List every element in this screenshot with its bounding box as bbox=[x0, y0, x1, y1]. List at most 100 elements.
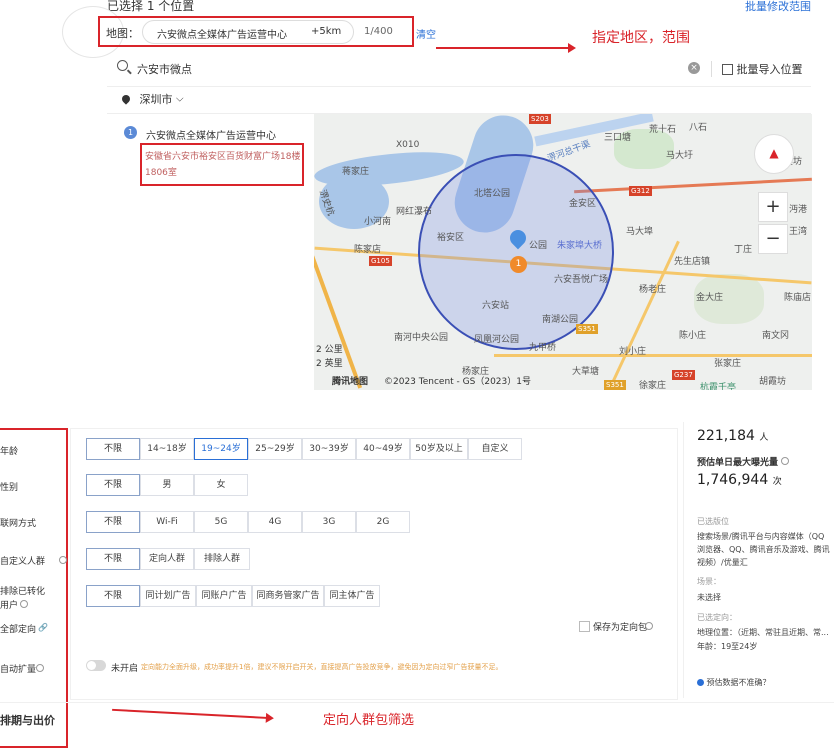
annotation-top: 指定地区，范围 bbox=[592, 30, 690, 46]
map-label: 荒十石 bbox=[649, 125, 677, 135]
network-option-4g[interactable]: 4G bbox=[248, 511, 302, 533]
age-option-unlimited[interactable]: 不限 bbox=[86, 438, 140, 460]
estimate-daily-value: 1,746,944 bbox=[697, 472, 769, 488]
network-label: 联网方式 bbox=[0, 519, 37, 529]
targeting-title: 已选定向： bbox=[697, 613, 737, 622]
map-label: 九甲桥 bbox=[529, 343, 557, 353]
zoom-in-button[interactable]: + bbox=[758, 192, 788, 222]
zoom-out-button[interactable]: − bbox=[758, 224, 788, 254]
custom-audience-option-include[interactable]: 定向人群 bbox=[140, 548, 194, 570]
compass-icon[interactable]: ▲ bbox=[754, 134, 794, 174]
map-label: 马大埠 bbox=[626, 227, 654, 237]
info-icon bbox=[36, 664, 44, 672]
exclude-option-unlimited[interactable]: 不限 bbox=[86, 585, 140, 607]
map-label: 杭霞千亭 bbox=[700, 383, 737, 390]
search-input[interactable]: 六安市微点 bbox=[137, 61, 192, 77]
estimate-daily-unit: 次 bbox=[772, 477, 782, 487]
annotation-arrow-bottom bbox=[112, 708, 272, 720]
save-package-label: 保存为定向包 bbox=[593, 623, 648, 633]
age-option-14-18[interactable]: 14~18岁 bbox=[140, 438, 194, 460]
exclude-option-same-entity[interactable]: 同主体广告 bbox=[324, 585, 380, 607]
network-option-wifi[interactable]: Wi-Fi bbox=[140, 511, 194, 533]
bidding-section-title: 排期与出价 bbox=[0, 714, 55, 727]
map-label: 大草塘 bbox=[572, 367, 600, 377]
search-icon-handle bbox=[127, 69, 132, 75]
marker-number: 1 bbox=[515, 259, 522, 269]
age-option-50-plus[interactable]: 50岁及以上 bbox=[410, 438, 468, 460]
exclude-option-same-account[interactable]: 同账户广告 bbox=[196, 585, 252, 607]
annotation-bottom: 定向人群包筛选 bbox=[323, 713, 415, 728]
road-shield: G312 bbox=[629, 186, 652, 196]
import-icon bbox=[722, 63, 733, 75]
info-icon bbox=[59, 556, 67, 564]
age-option-30-39[interactable]: 30~39岁 bbox=[302, 438, 356, 460]
selected-count: 已选择 1 个位置 bbox=[107, 0, 195, 13]
map-label: 张家庄 bbox=[714, 359, 742, 369]
estimate-audience: 221,184 人 bbox=[697, 428, 768, 444]
map-label: 网红瀑布 bbox=[396, 207, 433, 217]
exclude-converted-label: 排除已转化 bbox=[0, 587, 46, 597]
search-icon bbox=[117, 60, 128, 71]
network-option-2g[interactable]: 2G bbox=[356, 511, 410, 533]
estimate-audience-unit: 人 bbox=[759, 433, 769, 443]
placement-title: 已选版位 bbox=[697, 517, 729, 526]
road-g312 bbox=[574, 177, 812, 194]
age-option-custom[interactable]: 自定义 bbox=[468, 438, 522, 460]
save-package-checkbox[interactable] bbox=[579, 621, 590, 632]
map-label: 王湾 bbox=[789, 227, 808, 237]
map-label: 公园 bbox=[529, 241, 548, 251]
map-copyright: ©2023 Tencent - GS（2023）1号 bbox=[384, 377, 531, 387]
network-option-3g[interactable]: 3G bbox=[302, 511, 356, 533]
gender-option-female[interactable]: 女 bbox=[194, 474, 248, 496]
exclude-converted-label-2: 用户 bbox=[0, 601, 19, 611]
map[interactable]: X010 荒十石 八石 三口塘 马大圩 蒋家庄 北塔公园 金安区 网红瀑布 小河… bbox=[314, 114, 812, 390]
gender-option-male[interactable]: 男 bbox=[140, 474, 194, 496]
batch-import-label: 批量导入位置 bbox=[736, 63, 803, 76]
all-targeting-label[interactable]: 全部定向 bbox=[0, 622, 36, 635]
custom-audience-label: 自定义人群 bbox=[0, 557, 46, 567]
info-icon bbox=[781, 457, 790, 465]
age-option-19-24[interactable]: 19~24岁 bbox=[194, 438, 248, 460]
road-s351 bbox=[611, 240, 680, 384]
estimate-daily-label: 预估单日最大曝光量 bbox=[697, 455, 790, 468]
section-divider bbox=[0, 702, 834, 703]
age-option-40-49[interactable]: 40~49岁 bbox=[356, 438, 410, 460]
road-shield: S203 bbox=[529, 114, 551, 124]
scale-km: 2 公里 bbox=[316, 345, 343, 355]
map-label: 先生店镇 bbox=[674, 257, 711, 267]
map-label: 陈小庄 bbox=[679, 331, 707, 341]
clear-link[interactable]: 清空 bbox=[416, 26, 436, 41]
auto-expand-toggle[interactable] bbox=[86, 660, 106, 671]
map-label: 刘小庄 bbox=[619, 347, 647, 357]
map-label: 北塔公园 bbox=[474, 189, 511, 199]
age-label: 年龄 bbox=[0, 447, 19, 457]
annotation-arrow-top bbox=[436, 43, 576, 53]
question-icon bbox=[697, 679, 704, 686]
custom-audience-option-unlimited[interactable]: 不限 bbox=[86, 548, 140, 570]
estimate-inaccurate-link[interactable]: 预估数据不准确？ bbox=[697, 677, 771, 688]
city-row bbox=[107, 86, 811, 114]
custom-audience-option-exclude[interactable]: 排除人群 bbox=[194, 548, 250, 570]
map-label: 小河南 bbox=[364, 217, 392, 227]
batch-edit-range-link[interactable]: 批量修改范围 bbox=[745, 0, 811, 14]
info-icon bbox=[20, 600, 28, 608]
clear-search-icon[interactable]: × bbox=[688, 62, 700, 74]
network-option-unlimited[interactable]: 不限 bbox=[86, 511, 140, 533]
map-label: 裕安区 bbox=[437, 233, 465, 243]
address-highlight bbox=[140, 143, 304, 186]
link-icon: 🔗 bbox=[38, 623, 48, 632]
marker-number-badge: 1 bbox=[510, 256, 527, 273]
exclude-option-same-plan[interactable]: 同计划广告 bbox=[140, 585, 196, 607]
map-label: 朱家埠大桥 bbox=[557, 241, 603, 251]
exclude-option-same-manager[interactable]: 同商务管家广告 bbox=[252, 585, 324, 607]
city-selector[interactable]: 深圳市 ⌵ bbox=[120, 91, 184, 107]
age-option-25-29[interactable]: 25~29岁 bbox=[248, 438, 302, 460]
map-label: 凤凰河公园 bbox=[474, 335, 520, 345]
search-bar[interactable]: 六安市微点 × bbox=[107, 56, 709, 82]
map-label: 南河中央公园 bbox=[394, 333, 449, 343]
map-brand: 腾讯地图 bbox=[332, 377, 369, 387]
gender-option-unlimited[interactable]: 不限 bbox=[86, 474, 140, 496]
result-index-badge: 1 bbox=[124, 126, 137, 139]
batch-import-button[interactable]: 批量导入位置 bbox=[722, 61, 803, 77]
network-option-5g[interactable]: 5G bbox=[194, 511, 248, 533]
